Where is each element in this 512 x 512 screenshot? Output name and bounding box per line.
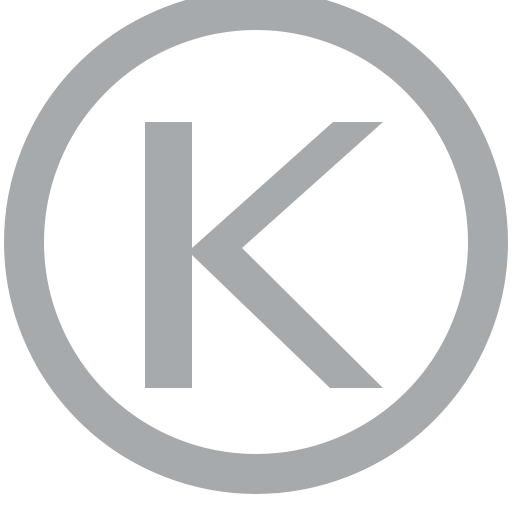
emblem-canvas xyxy=(0,0,512,512)
circled-letter-k-icon xyxy=(4,0,508,494)
outer-ring xyxy=(4,0,508,494)
letter-k-glyph xyxy=(145,122,383,388)
